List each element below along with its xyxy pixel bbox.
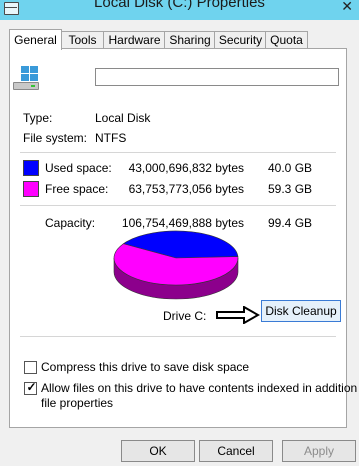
file-system-value: NTFS: [95, 131, 127, 145]
cancel-button[interactable]: Cancel: [199, 440, 273, 462]
index-label-line2: file properties: [41, 396, 114, 410]
checkmark-icon: ✓: [26, 380, 37, 394]
free-space-size: 59.3 GB: [268, 182, 313, 196]
capacity-label: Capacity:: [45, 216, 96, 230]
capacity-size: 99.4 GB: [268, 216, 313, 230]
used-space-swatch: [23, 160, 39, 176]
tab-sharing[interactable]: Sharing: [164, 31, 216, 49]
local-disk-icon: [13, 66, 39, 90]
divider: [20, 205, 336, 206]
used-space-size: 40.0 GB: [268, 161, 313, 175]
apply-button[interactable]: Apply: [282, 440, 356, 462]
index-label-line1: Allow files on this drive to have conten…: [41, 381, 359, 395]
divider: [20, 152, 336, 153]
drive-name-input[interactable]: [95, 68, 339, 86]
file-system-label: File system:: [23, 131, 88, 145]
type-value: Local Disk: [95, 111, 151, 125]
free-space-swatch: [23, 181, 39, 197]
close-icon[interactable]: ✕: [341, 0, 353, 15]
free-space-label: Free space:: [45, 182, 109, 196]
tab-general[interactable]: General: [9, 29, 62, 50]
title-bar: Local Disk (C:) Properties ✕: [0, 0, 359, 20]
arrow-icon: [216, 306, 260, 324]
compress-label: Compress this drive to save disk space: [41, 360, 250, 374]
used-space-label: Used space:: [45, 161, 112, 175]
tab-hardware[interactable]: Hardware: [103, 31, 166, 49]
usage-pie-chart: [113, 230, 239, 300]
ok-button[interactable]: OK: [121, 440, 195, 462]
tab-security[interactable]: Security: [214, 31, 267, 49]
compress-checkbox[interactable]: [24, 361, 37, 374]
index-checkbox[interactable]: ✓: [24, 380, 37, 395]
tab-quota[interactable]: Quota: [265, 31, 308, 49]
tab-tools[interactable]: Tools: [60, 31, 105, 49]
free-space-bytes: 63,753,773,056 bytes: [128, 182, 244, 196]
disk-cleanup-button[interactable]: Disk Cleanup: [261, 300, 341, 322]
divider: [20, 336, 336, 337]
window-title: Local Disk (C:) Properties: [94, 0, 265, 11]
drive-label: Drive C:: [163, 309, 207, 323]
used-space-bytes: 43,000,696,832 bytes: [128, 161, 244, 175]
type-label: Type:: [23, 111, 53, 125]
